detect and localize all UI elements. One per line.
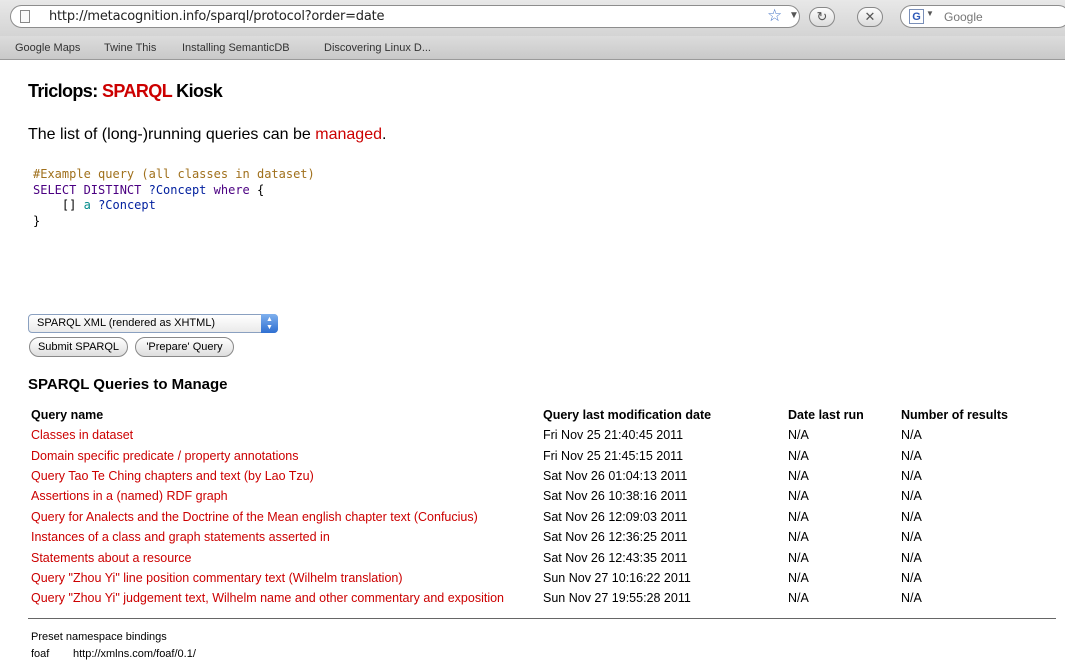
reload-icon[interactable]: ↻ xyxy=(809,7,835,27)
query-link[interactable]: Query Tao Te Ching chapters and text (by… xyxy=(29,466,541,486)
modified-date: Sun Nov 27 19:55:28 2011 xyxy=(543,591,691,606)
manage-heading: SPARQL Queries to Manage xyxy=(28,376,228,393)
query-link[interactable]: Assertions in a (named) RDF graph xyxy=(29,486,541,506)
last-run: N/A xyxy=(788,468,809,483)
result-count: N/A xyxy=(901,489,922,504)
bookmark-google-maps[interactable]: Google Maps xyxy=(15,42,80,54)
code-where-keyword: where xyxy=(213,182,250,197)
result-count: N/A xyxy=(901,428,922,443)
result-count: N/A xyxy=(901,530,922,545)
last-run: N/A xyxy=(788,591,809,606)
bookmark-installing-semanticdb[interactable]: Installing SemanticDB xyxy=(182,42,290,54)
result-count: N/A xyxy=(901,591,922,606)
col-modified: Query last modification date xyxy=(543,408,712,422)
query-link[interactable]: Instances of a class and graph statement… xyxy=(29,527,541,547)
last-run: N/A xyxy=(788,448,809,463)
bookmark-twine-this[interactable]: Twine This xyxy=(104,42,156,54)
intro-end: . xyxy=(381,126,387,143)
table-row: Statements about a resource Sat Nov 26 12… xyxy=(29,547,1010,567)
table-row: Instances of a class and graph statement… xyxy=(29,527,1010,547)
query-link[interactable]: Query "Zhou Yi" line position commentary… xyxy=(29,568,541,588)
result-format-value: SPARQL XML (rendered as XHTML) xyxy=(37,317,216,329)
prepare-query-button[interactable]: 'Prepare' Query xyxy=(135,337,234,357)
queries-table: Query name Query last modification date … xyxy=(29,405,1010,609)
bookmarks-bar: Google Maps Twine This Installing Semant… xyxy=(0,36,1065,60)
modified-date: Fri Nov 25 21:40:45 2011 xyxy=(543,428,684,443)
url-dropdown-icon[interactable]: ▼ xyxy=(789,10,799,21)
table-row: Query for Analects and the Doctrine of t… xyxy=(29,507,1010,527)
last-run: N/A xyxy=(788,570,809,585)
result-count: N/A xyxy=(901,448,922,463)
modified-date: Sat Nov 26 12:09:03 2011 xyxy=(543,509,688,524)
table-row: Assertions in a (named) RDF graph Sat Nov… xyxy=(29,486,1010,506)
modified-date: Sat Nov 26 01:04:13 2011 xyxy=(543,468,688,483)
code-bracket: [] xyxy=(61,198,77,212)
query-link[interactable]: Query "Zhou Yi" judgement text, Wilhelm … xyxy=(29,588,541,608)
last-run: N/A xyxy=(788,530,809,545)
query-link[interactable]: Domain specific predicate / property ann… xyxy=(29,445,541,465)
col-last-run: Date last run xyxy=(788,408,864,422)
select-arrows-icon: ▲ ▼ xyxy=(261,314,278,333)
code-open-brace: { xyxy=(257,182,265,197)
result-count: N/A xyxy=(901,509,922,524)
google-icon[interactable]: G xyxy=(909,9,924,24)
code-concept-var-2: ?Concept xyxy=(98,198,156,212)
divider xyxy=(28,618,1056,619)
last-run: N/A xyxy=(788,489,809,504)
page-icon xyxy=(20,10,30,23)
search-placeholder[interactable]: Google xyxy=(944,10,983,24)
modified-date: Sat Nov 26 10:38:16 2011 xyxy=(543,489,688,504)
table-row: Query "Zhou Yi" judgement text, Wilhelm … xyxy=(29,588,1010,608)
table-header-row: Query name Query last modification date … xyxy=(29,405,1010,425)
stop-icon[interactable]: ✕ xyxy=(857,7,883,27)
code-close-brace: } xyxy=(33,213,41,228)
result-count: N/A xyxy=(901,468,922,483)
modified-date: Sun Nov 27 10:16:22 2011 xyxy=(543,570,691,585)
title-suffix: Kiosk xyxy=(171,81,223,101)
code-comment: #Example query (all classes in dataset) xyxy=(33,167,315,181)
result-count: N/A xyxy=(901,570,922,585)
search-engine-dropdown-icon[interactable]: ▼ xyxy=(926,9,934,18)
code-concept-var: ?Concept xyxy=(148,182,207,197)
col-results: Number of results xyxy=(901,408,1008,422)
query-link[interactable]: Classes in dataset xyxy=(29,425,541,445)
col-query-name: Query name xyxy=(31,408,104,422)
table-row: Classes in dataset Fri Nov 25 21:40:45 20… xyxy=(29,425,1010,445)
result-count: N/A xyxy=(901,550,922,565)
table-row: Query "Zhou Yi" line position commentary… xyxy=(29,568,1010,588)
code-a-keyword: a xyxy=(83,198,91,212)
address-bar[interactable]: http://metacognition.info/sparql/protoco… xyxy=(10,5,800,28)
namespace-uri: http://xmlns.com/foaf/0.1/ xyxy=(73,648,196,660)
result-format-select[interactable]: SPARQL XML (rendered as XHTML) ▲ ▼ xyxy=(28,314,278,333)
browser-toolbar: http://metacognition.info/sparql/protoco… xyxy=(0,0,1065,36)
last-run: N/A xyxy=(788,428,809,443)
last-run: N/A xyxy=(788,509,809,524)
modified-date: Sat Nov 26 12:36:25 2011 xyxy=(543,530,688,545)
table-row: Query Tao Te Ching chapters and text (by… xyxy=(29,466,1010,486)
title-accent: SPARQL xyxy=(102,81,172,101)
page-title: Triclops: SPARQL Kiosk xyxy=(28,81,223,102)
bookmark-star-icon[interactable]: ☆ xyxy=(767,6,782,26)
bookmark-discovering-linux[interactable]: Discovering Linux D... xyxy=(324,42,431,54)
code-select-keyword: SELECT DISTINCT xyxy=(33,182,142,197)
url-text[interactable]: http://metacognition.info/sparql/protoco… xyxy=(49,9,385,24)
modified-date: Sat Nov 26 12:43:35 2011 xyxy=(543,550,688,565)
search-box[interactable]: G ▼ Google xyxy=(900,5,1065,28)
query-link[interactable]: Query for Analects and the Doctrine of t… xyxy=(29,507,541,527)
namespace-heading: Preset namespace bindings xyxy=(31,631,167,643)
modified-date: Fri Nov 25 21:45:15 2011 xyxy=(543,448,684,463)
intro-sentence: The list of (long-)running queries can b… xyxy=(28,126,316,143)
title-prefix: Triclops: xyxy=(28,81,103,101)
query-editor[interactable]: #Example query (all classes in dataset) … xyxy=(33,167,315,229)
table-row: Domain specific predicate / property ann… xyxy=(29,445,1010,465)
last-run: N/A xyxy=(788,550,809,565)
managed-link[interactable]: managed xyxy=(315,126,382,143)
intro-text: The list of (long-)running queries can b… xyxy=(28,126,386,144)
namespace-prefix: foaf xyxy=(31,648,50,660)
query-link[interactable]: Statements about a resource xyxy=(29,547,541,567)
submit-sparql-button[interactable]: Submit SPARQL xyxy=(29,337,128,357)
